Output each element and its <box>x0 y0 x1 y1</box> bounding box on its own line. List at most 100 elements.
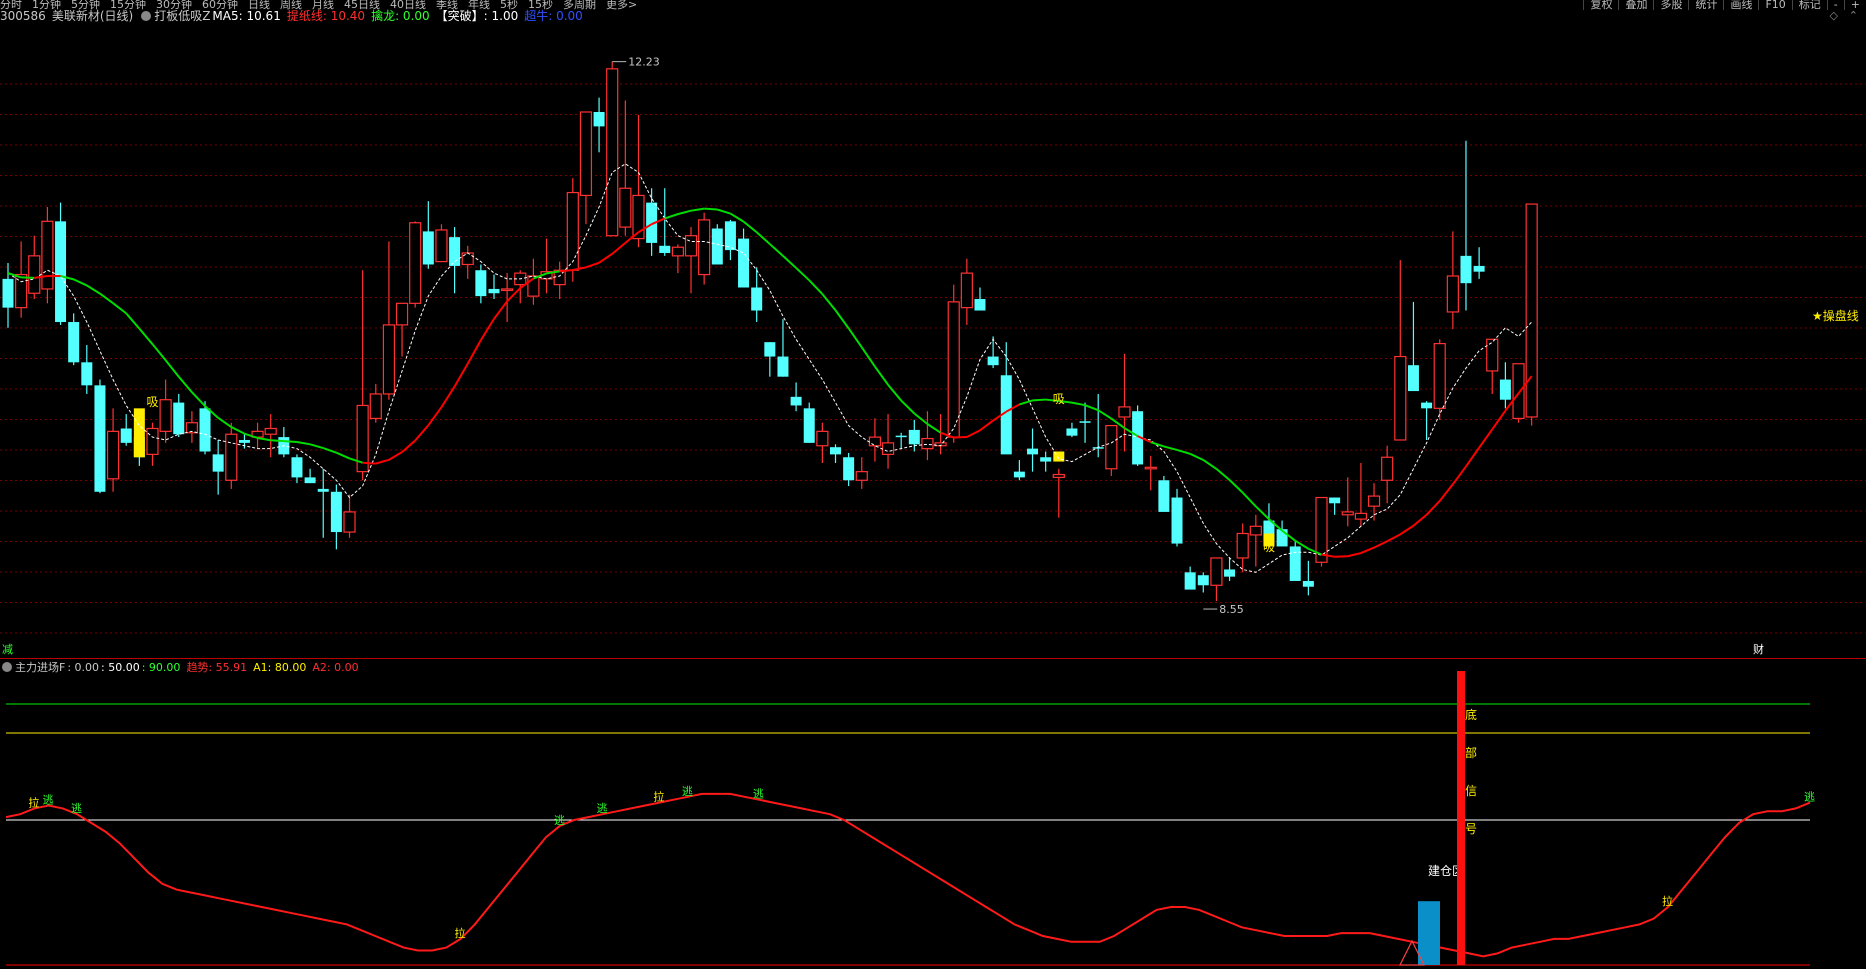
candle-body <box>895 435 907 438</box>
trend-ma-segment <box>926 423 942 434</box>
trend-ma-segment <box>847 327 863 348</box>
candle-body <box>974 299 986 311</box>
candle-body <box>671 246 684 257</box>
trend-ma-segment <box>860 346 876 368</box>
candle-body <box>1210 557 1223 586</box>
candle-body <box>947 301 960 438</box>
candle-body <box>212 454 224 472</box>
candle-body <box>28 255 41 294</box>
trend-ma-segment <box>1163 445 1178 451</box>
candle-body <box>777 356 789 377</box>
candle-body <box>1446 275 1459 313</box>
price-chart: 12.238.55吸 吸吸★操盘线 <box>0 56 1866 634</box>
tao-marker: 逃 <box>597 802 608 815</box>
trend-ma-segment <box>1452 465 1467 485</box>
trend-ma-segment <box>401 439 416 453</box>
candle-body <box>395 302 409 326</box>
trend-ma-segment <box>99 292 114 304</box>
candle-body <box>1512 363 1525 420</box>
trend-ma-segment <box>177 376 193 393</box>
candle-body <box>1118 406 1131 418</box>
trend-ma-segment <box>151 343 167 361</box>
candle-body <box>830 447 842 455</box>
indicator-chart: 建仓区底部信号拉 逃逃逃逃拉逃逃拉拉逃 <box>5 671 1815 966</box>
candle-body <box>1460 255 1472 284</box>
candle-body <box>225 433 238 481</box>
panel-separator <box>0 658 1866 659</box>
trend-ma-segment <box>296 441 311 446</box>
trend-ma-segment <box>1386 533 1401 543</box>
trend-ma-segment <box>1347 552 1362 558</box>
candle-body <box>711 228 723 265</box>
candle-body <box>1144 466 1157 470</box>
candle-body <box>55 221 67 323</box>
trend-ma-segment <box>388 451 403 461</box>
candle-body <box>317 488 329 492</box>
candle-body <box>738 238 750 288</box>
trend-ma-segment <box>191 391 206 407</box>
trend-ma-segment <box>900 399 916 415</box>
di-bu-char: 底 <box>1465 707 1477 722</box>
la-marker: 拉 <box>455 926 466 940</box>
tao-marker: 逃 <box>554 814 565 827</box>
candle-body <box>1027 448 1039 455</box>
trend-ma-segment <box>664 213 679 220</box>
candle-body <box>1525 203 1538 418</box>
trend-ma-segment <box>1425 500 1441 516</box>
trend-ma-segment <box>690 207 705 212</box>
tao-marker: 逃 <box>1804 791 1815 804</box>
xi-label: 吸 <box>1053 392 1065 406</box>
trend-ma-segment <box>335 451 350 460</box>
trend-ma-segment <box>362 461 376 465</box>
trend-ma-segment <box>1360 546 1375 554</box>
trend-ma-segment <box>164 359 180 378</box>
candle-body <box>579 111 593 197</box>
cao-pan-xian-label: ★操盘线 <box>1812 308 1859 323</box>
candle-body <box>1171 497 1183 544</box>
trend-ma-segment <box>756 231 771 245</box>
candle-body <box>291 457 303 478</box>
trend-ma-segment <box>1215 468 1231 481</box>
candle-body <box>1013 471 1025 478</box>
candle-body <box>1158 480 1170 512</box>
trend-ma-segment <box>86 284 101 295</box>
candle-body <box>199 408 211 452</box>
trend-ma-segment <box>598 253 613 264</box>
tao-marker: 逃 <box>43 794 54 807</box>
candle-body <box>1197 575 1209 586</box>
candle-body <box>501 288 514 292</box>
candle-body <box>422 231 434 265</box>
candle-body <box>1066 428 1078 436</box>
candle-body <box>475 270 487 297</box>
jian-mark: 减 <box>2 643 13 656</box>
candle-body <box>382 324 396 395</box>
candle-body <box>908 429 920 445</box>
trend-ma-segment <box>729 212 745 223</box>
candle-body <box>606 68 619 237</box>
trend-ma-segment <box>1478 428 1494 449</box>
trend-ma-segment <box>1241 491 1257 508</box>
xi-label: 吸 <box>146 395 158 409</box>
candle-body <box>1341 511 1354 516</box>
la-marker: 拉 <box>653 790 664 804</box>
candle-body <box>1473 265 1485 272</box>
candle-body <box>1394 355 1407 441</box>
candle-body <box>619 187 632 228</box>
trend-ma-segment <box>704 207 718 211</box>
signal-bar <box>133 408 145 458</box>
trend-ma-segment <box>1412 514 1428 527</box>
la-marker: 拉 <box>28 795 39 809</box>
candle-body <box>684 235 698 257</box>
candle-body <box>1499 379 1511 400</box>
candle-body <box>803 408 815 443</box>
di-bu-char: 部 <box>1465 745 1477 760</box>
trend-ma-segment <box>1438 483 1454 502</box>
candle-body <box>764 342 776 357</box>
trend-ma-segment <box>1373 540 1388 549</box>
trend-ma-segment <box>112 302 127 315</box>
trend-ma-segment <box>1084 404 1099 412</box>
trend-ma-segment <box>716 208 731 215</box>
trend-ma-segment <box>414 424 430 442</box>
xi-label: 吸 <box>1263 540 1275 554</box>
max-price-label: 12.23 <box>628 56 660 69</box>
